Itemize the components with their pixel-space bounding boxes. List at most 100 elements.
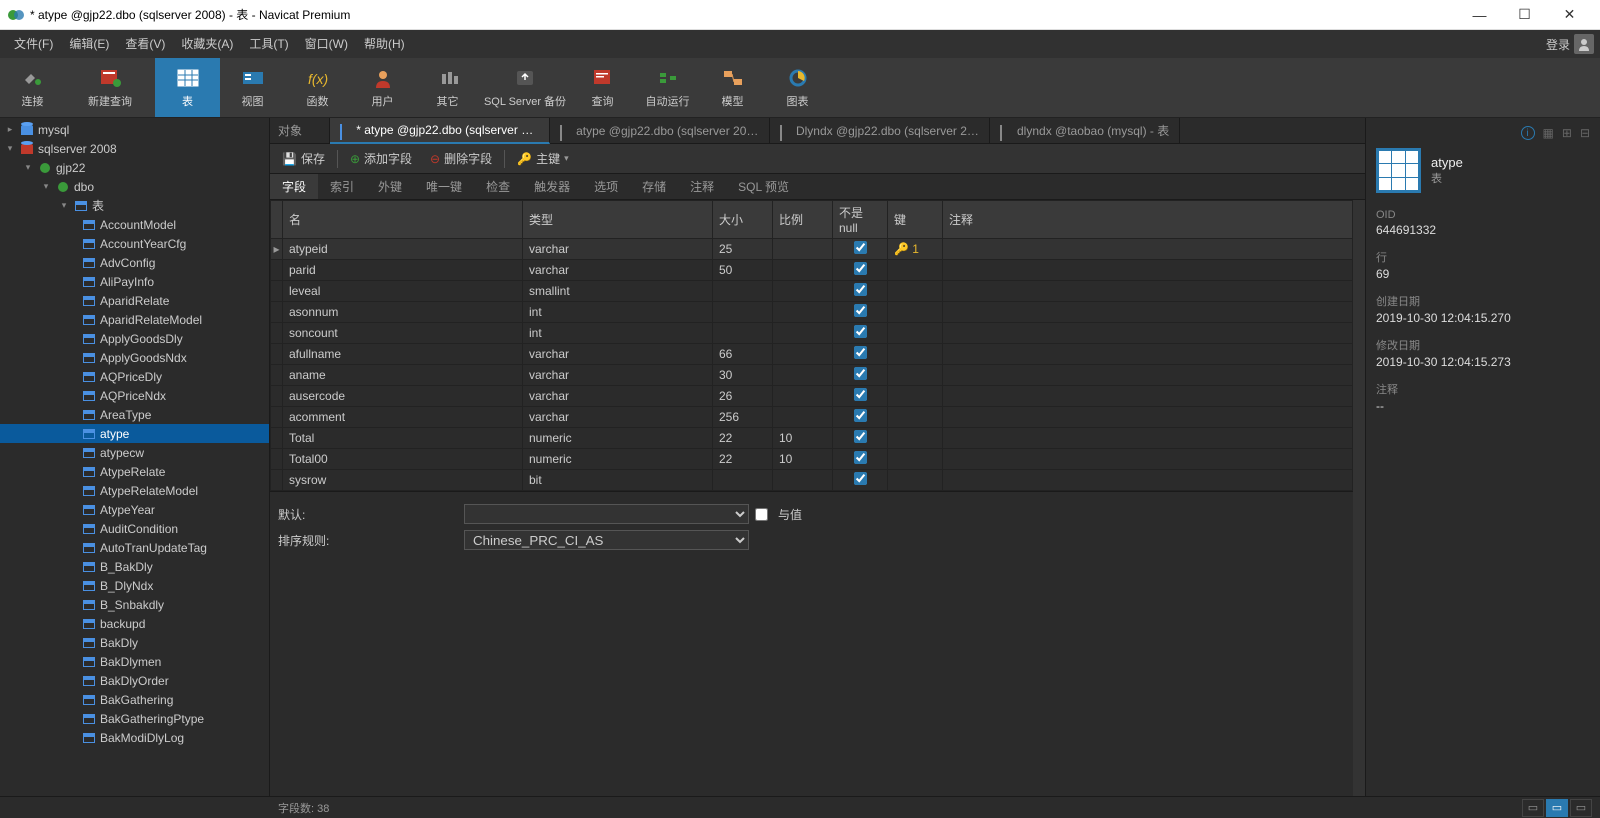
notnull-checkbox[interactable] [854, 325, 867, 338]
field-row[interactable]: Total00numeric2210 [271, 449, 1353, 470]
col-name[interactable]: 名 [283, 201, 523, 239]
tree-table-auditcondition[interactable]: AuditCondition [0, 519, 269, 538]
tree-table-b_dlyndx[interactable]: B_DlyNdx [0, 576, 269, 595]
cell-size[interactable]: 22 [713, 449, 773, 470]
cell-type[interactable]: int [523, 323, 713, 344]
cell-size[interactable] [713, 470, 773, 491]
cell-name[interactable]: aname [283, 365, 523, 386]
cell-key[interactable] [888, 260, 943, 281]
ribbon-table[interactable]: 表 [155, 58, 220, 117]
notnull-checkbox[interactable] [854, 451, 867, 464]
cell-name[interactable]: asonnum [283, 302, 523, 323]
vertical-scrollbar[interactable] [1353, 200, 1365, 796]
ribbon-user[interactable]: 用户 [350, 58, 415, 117]
ribbon-model[interactable]: 模型 [700, 58, 765, 117]
cell-type[interactable]: varchar [523, 386, 713, 407]
cell-comment[interactable] [943, 344, 1353, 365]
notnull-checkbox[interactable] [854, 430, 867, 443]
field-row[interactable]: asonnumint [271, 302, 1353, 323]
ribbon-connect[interactable]: 连接 [0, 58, 65, 117]
cell-key[interactable]: 🔑 1 [888, 239, 943, 260]
tree-table-atype[interactable]: atype [0, 424, 269, 443]
field-row[interactable]: acommentvarchar256 [271, 407, 1353, 428]
subtab-check[interactable]: 检查 [474, 174, 522, 199]
cell-name[interactable]: Total [283, 428, 523, 449]
tree-table-atypecw[interactable]: atypecw [0, 443, 269, 462]
close-button[interactable]: ✕ [1547, 0, 1592, 30]
tree-table-atyperelate[interactable]: AtypeRelate [0, 462, 269, 481]
cell-size[interactable]: 30 [713, 365, 773, 386]
subtab-storage[interactable]: 存储 [630, 174, 678, 199]
cell-type[interactable]: varchar [523, 239, 713, 260]
notnull-checkbox[interactable] [854, 346, 867, 359]
maximize-button[interactable]: ☐ [1502, 0, 1547, 30]
tab-dlyndx-mysql[interactable]: dlyndx @taobao (mysql) - 表 [990, 118, 1180, 144]
cell-comment[interactable] [943, 365, 1353, 386]
cell-scale[interactable] [773, 344, 833, 365]
col-comment[interactable]: 注释 [943, 201, 1353, 239]
cell-size[interactable]: 25 [713, 239, 773, 260]
info-icon[interactable]: i [1521, 126, 1535, 140]
cell-comment[interactable] [943, 302, 1353, 323]
cell-scale[interactable] [773, 239, 833, 260]
cell-size[interactable]: 66 [713, 344, 773, 365]
col-scale[interactable]: 比例 [773, 201, 833, 239]
cell-type[interactable]: varchar [523, 260, 713, 281]
cell-key[interactable] [888, 281, 943, 302]
collapse-icon[interactable]: ▾ [40, 181, 52, 192]
collation-select[interactable]: Chinese_PRC_CI_AS [464, 530, 749, 550]
field-row[interactable]: ausercodevarchar26 [271, 386, 1353, 407]
notnull-checkbox[interactable] [854, 409, 867, 422]
cell-type[interactable]: smallint [523, 281, 713, 302]
menu-view[interactable]: 查看(V) [117, 30, 173, 58]
tree-table-autotranupdatetag[interactable]: AutoTranUpdateTag [0, 538, 269, 557]
tree-table-atypeyear[interactable]: AtypeYear [0, 500, 269, 519]
tree-table-bakdlymen[interactable]: BakDlymen [0, 652, 269, 671]
cell-type[interactable]: numeric [523, 428, 713, 449]
field-row[interactable]: anamevarchar30 [271, 365, 1353, 386]
status-view-3[interactable]: ▭ [1570, 799, 1592, 817]
cell-name[interactable]: acomment [283, 407, 523, 428]
er-view-icon[interactable]: ⊟ [1580, 126, 1590, 140]
ribbon-autorun[interactable]: 自动运行 [635, 58, 700, 117]
tree-table-areatype[interactable]: AreaType [0, 405, 269, 424]
tree-table-applygoodsdly[interactable]: ApplyGoodsDly [0, 329, 269, 348]
notnull-checkbox[interactable] [854, 304, 867, 317]
cell-name[interactable]: soncount [283, 323, 523, 344]
notnull-checkbox[interactable] [854, 262, 867, 275]
ribbon-query[interactable]: 查询 [570, 58, 635, 117]
tree-table-alipayinfo[interactable]: AliPayInfo [0, 272, 269, 291]
field-row[interactable]: sysrowbit [271, 470, 1353, 491]
cell-size[interactable] [713, 302, 773, 323]
subtab-fields[interactable]: 字段 [270, 174, 318, 199]
tree-table-aqpricedly[interactable]: AQPriceDly [0, 367, 269, 386]
cell-name[interactable]: afullname [283, 344, 523, 365]
field-row[interactable]: soncountint [271, 323, 1353, 344]
collapse-icon[interactable]: ▾ [4, 143, 16, 154]
col-key[interactable]: 键 [888, 201, 943, 239]
ribbon-other[interactable]: 其它 [415, 58, 480, 117]
tree-table-bakgathering[interactable]: BakGathering [0, 690, 269, 709]
tree-table-b_snbakdly[interactable]: B_Snbakdly [0, 595, 269, 614]
tree-table-backupd[interactable]: backupd [0, 614, 269, 633]
cell-type[interactable]: varchar [523, 407, 713, 428]
ribbon-new-query[interactable]: 新建查询 [65, 58, 155, 117]
cell-name[interactable]: atypeid [283, 239, 523, 260]
notnull-checkbox[interactable] [854, 241, 867, 254]
cell-name[interactable]: sysrow [283, 470, 523, 491]
tree-connection-mysql[interactable]: ▸ mysql [0, 120, 269, 139]
tree-table-aparidrelatemodel[interactable]: AparidRelateModel [0, 310, 269, 329]
cell-type[interactable]: numeric [523, 449, 713, 470]
detail-view-icon[interactable]: ⊞ [1562, 126, 1572, 140]
cell-key[interactable] [888, 449, 943, 470]
withvalue-checkbox[interactable] [755, 508, 768, 521]
tab-atype-data[interactable]: atype @gjp22.dbo (sqlserver 2008)... [550, 118, 770, 144]
cell-scale[interactable]: 10 [773, 449, 833, 470]
cell-key[interactable] [888, 428, 943, 449]
cell-key[interactable] [888, 470, 943, 491]
status-view-2[interactable]: ▭ [1546, 799, 1568, 817]
col-type[interactable]: 类型 [523, 201, 713, 239]
add-field-button[interactable]: ⊕ 添加字段 [342, 147, 420, 171]
cell-scale[interactable] [773, 365, 833, 386]
menu-file[interactable]: 文件(F) [6, 30, 61, 58]
